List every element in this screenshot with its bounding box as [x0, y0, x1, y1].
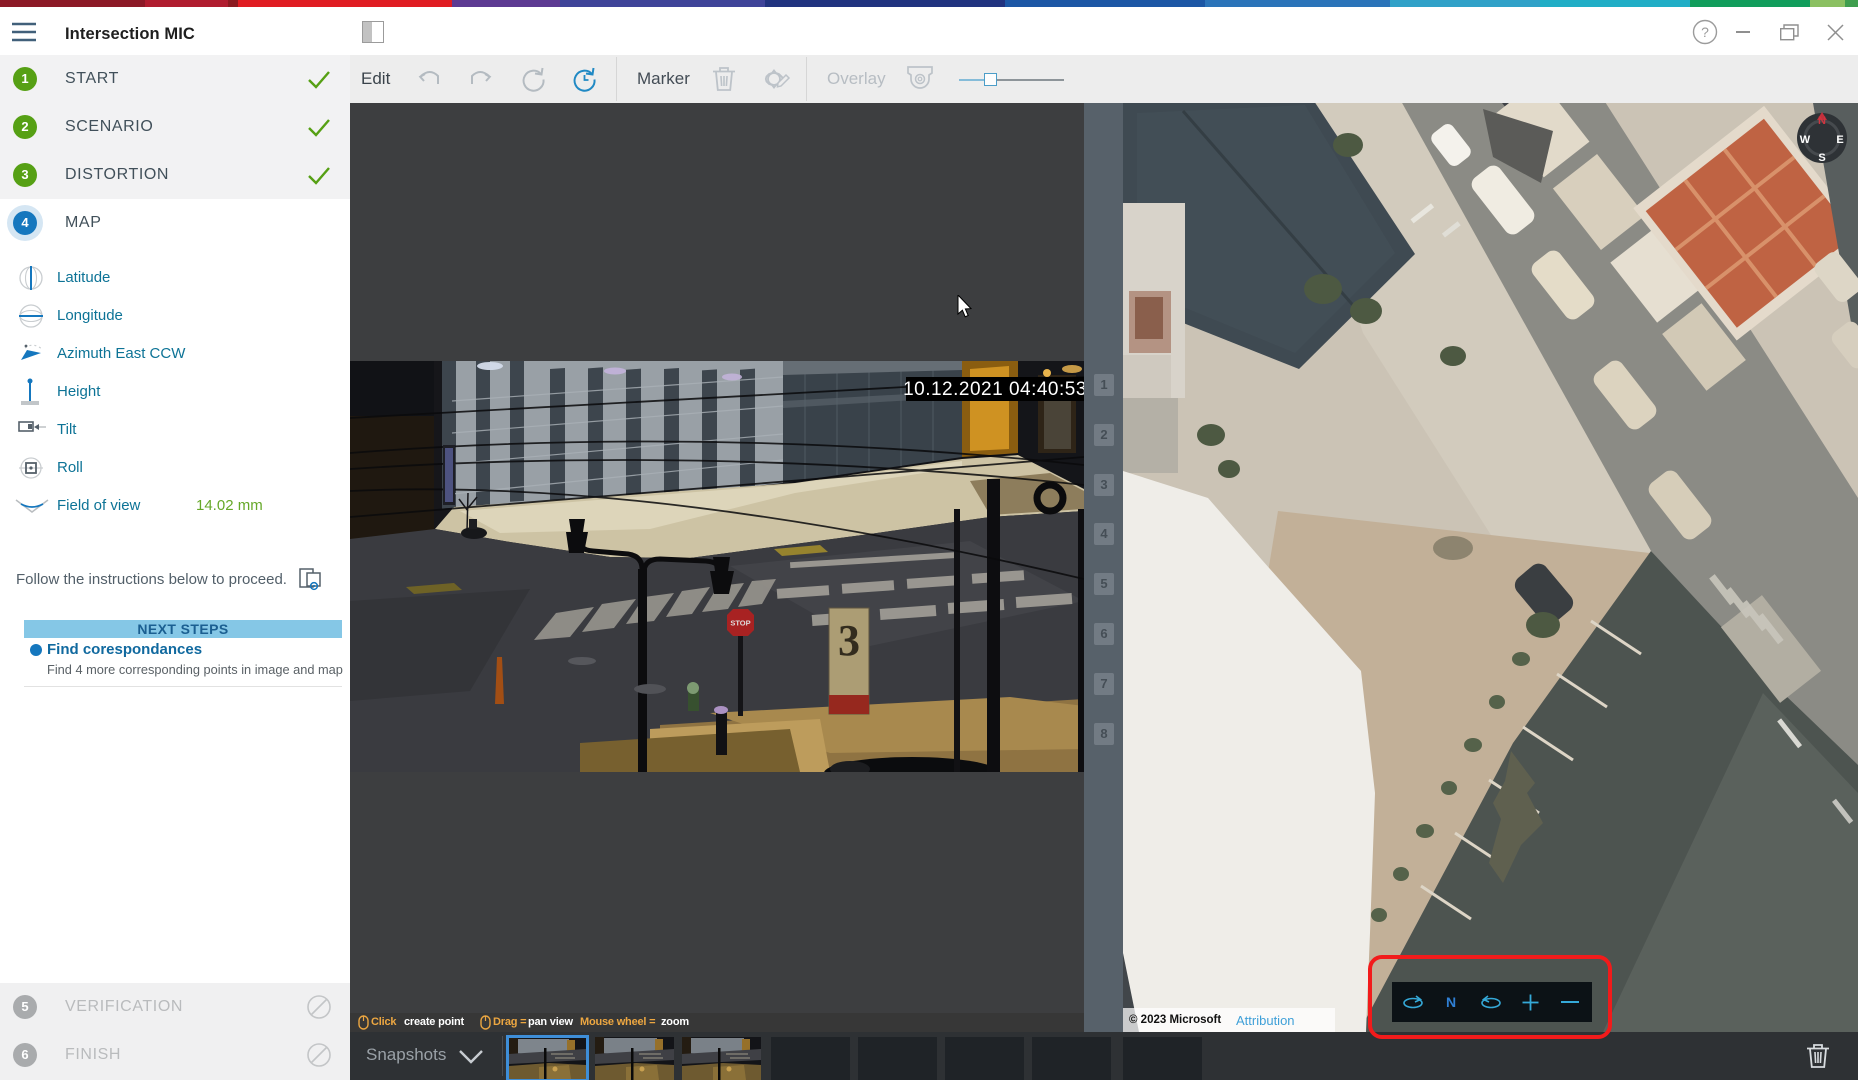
svg-text:W: W	[1800, 134, 1811, 146]
svg-text:N: N	[1818, 115, 1826, 127]
svg-text:3: 3	[838, 616, 860, 665]
svg-text:STOP: STOP	[730, 619, 750, 628]
svg-text:S: S	[1818, 152, 1825, 164]
svg-text:?: ?	[1701, 24, 1709, 40]
svg-text:E: E	[1836, 134, 1843, 146]
svg-text:10.12.2021 04:40:53: 10.12.2021 04:40:53	[903, 379, 1084, 400]
